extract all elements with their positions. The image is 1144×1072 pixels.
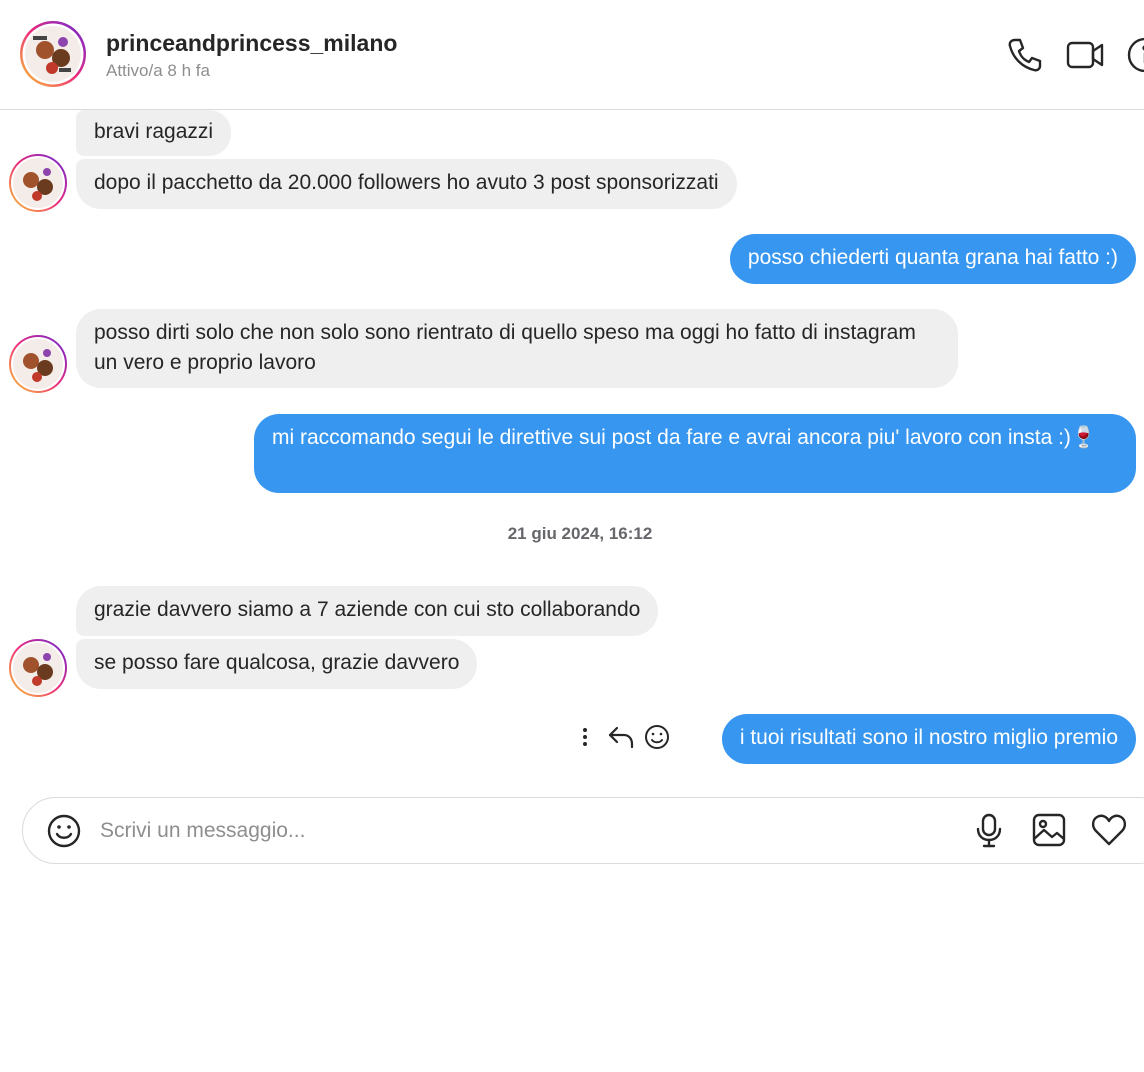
message-text: posso chiederti quanta grana hai fatto :… <box>747 246 1118 269</box>
message-text: i tuoi risultati sono il nostro miglio p… <box>739 726 1118 749</box>
message-text: se posso fare qualcosa, grazie davvero <box>94 651 460 674</box>
message-text: posso dirti solo che non solo sono rient… <box>94 321 916 374</box>
incoming-message[interactable]: dopo il pacchetto da 20.000 followers ho… <box>76 159 737 209</box>
phone-icon[interactable] <box>1006 36 1044 74</box>
chat-header: princeandprincess_milano Attivo/a 8 h fa <box>0 0 1144 110</box>
message-timestamp: 21 giu 2024, 16:12 <box>507 524 653 543</box>
sender-avatar[interactable] <box>8 334 68 394</box>
more-options-icon[interactable] <box>570 722 600 752</box>
chat-username[interactable]: princeandprincess_milano <box>106 30 397 57</box>
image-icon[interactable] <box>1031 812 1067 848</box>
outgoing-message[interactable]: posso chiederti quanta grana hai fatto :… <box>729 234 1136 284</box>
react-emoji-icon[interactable] <box>642 722 672 752</box>
message-text: dopo il pacchetto da 20.000 followers ho… <box>94 171 719 194</box>
message-text: mi raccomando segui le direttive sui pos… <box>272 426 1098 449</box>
incoming-message[interactable]: posso dirti solo che non solo sono rient… <box>76 309 958 388</box>
emoji-icon[interactable] <box>46 813 82 849</box>
message-text: grazie davvero siamo a 7 aziende con cui… <box>94 598 641 621</box>
heart-icon[interactable] <box>1091 812 1127 848</box>
incoming-message[interactable]: grazie davvero siamo a 7 aziende con cui… <box>76 586 659 636</box>
message-text: bravi ragazzi <box>94 120 214 143</box>
sender-avatar[interactable] <box>8 638 68 698</box>
chat-window: princeandprincess_milano Attivo/a 8 h fa… <box>0 0 1144 1072</box>
video-camera-icon[interactable] <box>1066 36 1104 74</box>
profile-avatar[interactable] <box>19 20 87 88</box>
incoming-message[interactable]: se posso fare qualcosa, grazie davvero <box>76 639 478 689</box>
info-icon[interactable] <box>1126 36 1144 74</box>
microphone-icon[interactable] <box>971 812 1007 848</box>
sender-avatar[interactable] <box>8 153 68 213</box>
outgoing-message[interactable]: mi raccomando segui le direttive sui pos… <box>254 414 1136 493</box>
reply-icon[interactable] <box>606 722 636 752</box>
active-status: Attivo/a 8 h fa <box>106 61 210 80</box>
incoming-message[interactable]: bravi ragazzi <box>76 110 232 156</box>
message-input[interactable] <box>98 810 942 852</box>
outgoing-message[interactable]: i tuoi risultati sono il nostro miglio p… <box>721 714 1136 764</box>
